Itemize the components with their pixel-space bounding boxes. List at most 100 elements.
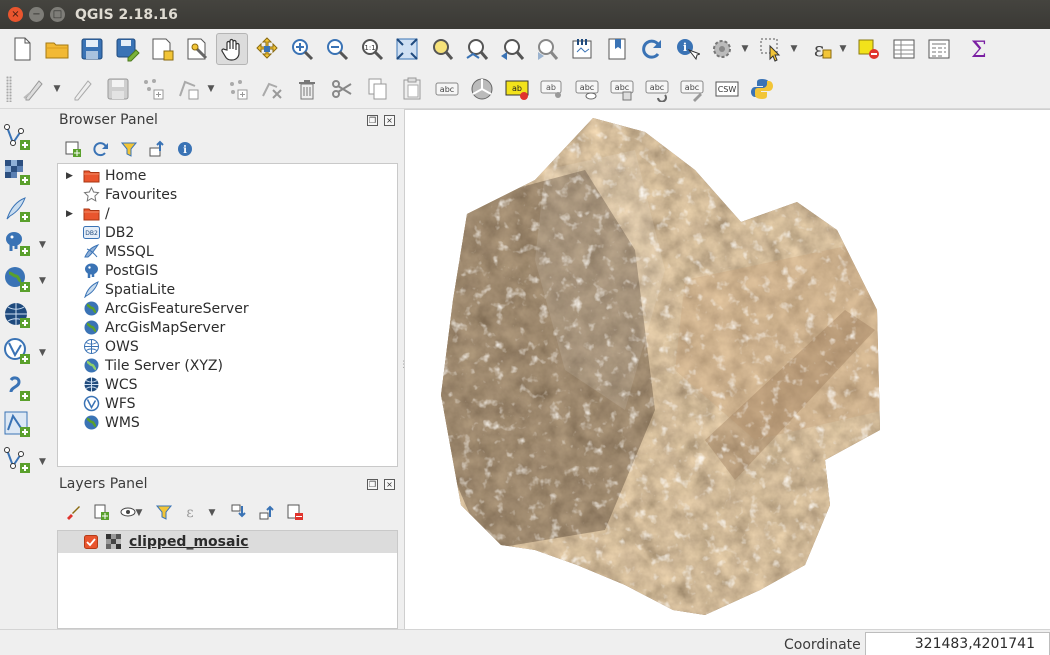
browser-item[interactable]: SpatiaLite <box>58 280 175 299</box>
show-hide-labels-button[interactable]: abc <box>571 73 603 105</box>
field-calculator-button[interactable] <box>923 33 955 65</box>
save-project-button[interactable] <box>76 33 108 65</box>
zoom-in-button[interactable] <box>286 33 318 65</box>
select-by-expression-dropdown[interactable]: ▼ <box>837 44 849 54</box>
expand-all-button[interactable] <box>230 503 250 523</box>
current-edits-button[interactable] <box>18 73 50 105</box>
run-feature-action-button[interactable] <box>706 33 738 65</box>
delete-ring-button[interactable] <box>256 73 288 105</box>
browser-item[interactable]: WMS <box>58 413 140 432</box>
map-canvas[interactable] <box>404 109 1050 629</box>
browser-item[interactable]: OWS <box>58 337 139 356</box>
vertex-tool-dropdown[interactable]: ▼ <box>205 84 217 94</box>
delete-selected-button[interactable] <box>291 73 323 105</box>
expand-arrow-icon[interactable]: ▶ <box>66 171 78 181</box>
add-wms-dropdown[interactable]: ▼ <box>39 276 46 286</box>
browser-add-selected-button[interactable] <box>64 140 84 160</box>
layer-row[interactable]: clipped_mosaic <box>58 531 397 553</box>
add-ring-button[interactable] <box>221 73 253 105</box>
add-vector-layer-button[interactable] <box>3 123 31 151</box>
browser-panel-float-button[interactable]: ❐ <box>367 115 378 126</box>
select-features-dropdown[interactable]: ▼ <box>788 44 800 54</box>
new-bookmark-button[interactable] <box>601 33 633 65</box>
browser-item[interactable]: WCS <box>58 375 138 394</box>
new-layer-dropdown[interactable]: ▼ <box>39 457 46 467</box>
browser-item[interactable]: MSSQL <box>58 242 154 261</box>
filter-legend-button[interactable] <box>155 503 175 523</box>
pan-to-selection-button[interactable] <box>251 33 283 65</box>
deselect-button[interactable] <box>853 33 885 65</box>
refresh-button[interactable] <box>636 33 668 65</box>
move-label-button[interactable]: abc <box>606 73 638 105</box>
remove-layer-button[interactable] <box>286 503 306 523</box>
add-postgis-dropdown[interactable]: ▼ <box>39 240 46 250</box>
zoom-full-button[interactable] <box>391 33 423 65</box>
run-feature-action-dropdown[interactable]: ▼ <box>739 44 751 54</box>
layer-labeling-button[interactable]: ab <box>501 73 533 105</box>
add-virtual-layer-button[interactable] <box>3 410 31 438</box>
zoom-to-layer-button[interactable] <box>461 33 493 65</box>
new-print-composer-button[interactable] <box>146 33 178 65</box>
select-features-button[interactable] <box>755 33 787 65</box>
change-label-button[interactable]: abc <box>676 73 708 105</box>
browser-item[interactable]: ▶ / <box>58 204 110 223</box>
add-wfs-dropdown[interactable]: ▼ <box>39 348 46 358</box>
add-group-button[interactable] <box>92 503 112 523</box>
save-as-button[interactable] <box>111 33 143 65</box>
open-project-button[interactable] <box>41 33 73 65</box>
maximize-window-button[interactable]: □ <box>50 7 65 22</box>
filter-expression-dropdown[interactable]: ▼ <box>206 508 218 518</box>
pan-map-button[interactable] <box>216 33 248 65</box>
diagram-button[interactable] <box>466 73 498 105</box>
browser-collapse-all-button[interactable] <box>148 140 168 160</box>
add-postgis-layer-button[interactable] <box>3 229 31 257</box>
add-raster-layer-button[interactable] <box>3 158 31 186</box>
zoom-last-button[interactable] <box>496 33 528 65</box>
coordinate-field[interactable]: 321483,4201741 <box>865 632 1050 655</box>
add-feature-button[interactable] <box>137 73 169 105</box>
label-toolbar-button[interactable]: abc <box>431 73 463 105</box>
open-layer-styling-button[interactable] <box>64 503 84 523</box>
attribute-table-button[interactable] <box>888 33 920 65</box>
add-wfs-layer-button[interactable] <box>3 337 31 365</box>
browser-item[interactable]: Tile Server (XYZ) <box>58 356 223 375</box>
select-by-expression-button[interactable]: ε <box>804 33 836 65</box>
zoom-out-button[interactable] <box>321 33 353 65</box>
browser-item[interactable]: ArcGisMapServer <box>58 318 225 337</box>
add-spatialite-layer-button[interactable] <box>3 195 31 223</box>
zoom-next-button[interactable] <box>531 33 563 65</box>
layers-panel-close-button[interactable]: × <box>384 479 395 490</box>
add-delimited-text-button[interactable] <box>3 374 31 402</box>
toolbar-handle[interactable] <box>6 75 12 102</box>
browser-refresh-button[interactable] <box>92 140 112 160</box>
identify-button[interactable]: i <box>671 33 703 65</box>
csw-button[interactable]: CSW <box>711 73 743 105</box>
zoom-to-selection-button[interactable] <box>426 33 458 65</box>
browser-panel-close-button[interactable]: × <box>384 115 395 126</box>
copy-features-button[interactable] <box>361 73 393 105</box>
browser-properties-button[interactable]: i <box>176 140 196 160</box>
cut-features-button[interactable] <box>326 73 358 105</box>
browser-item[interactable]: PostGIS <box>58 261 158 280</box>
paste-features-button[interactable] <box>396 73 428 105</box>
minimize-window-button[interactable]: − <box>29 7 44 22</box>
browser-item[interactable]: DB2 DB2 <box>58 223 134 242</box>
new-map-view-button[interactable] <box>566 33 598 65</box>
composer-manager-button[interactable] <box>181 33 213 65</box>
current-edits-dropdown[interactable]: ▼ <box>51 84 63 94</box>
pin-labels-button[interactable]: ab <box>536 73 568 105</box>
add-wcs-layer-button[interactable] <box>3 301 31 329</box>
layer-visibility-checkbox[interactable] <box>84 535 98 549</box>
rotate-label-button[interactable]: abc <box>641 73 673 105</box>
save-layer-edits-button[interactable] <box>102 73 134 105</box>
browser-item[interactable]: ArcGisFeatureServer <box>58 299 249 318</box>
new-shapefile-button[interactable] <box>3 446 31 474</box>
zoom-actual-size-button[interactable]: 1:1 <box>356 33 388 65</box>
browser-item[interactable]: Favourites <box>58 185 177 204</box>
new-project-button[interactable] <box>6 33 38 65</box>
browser-filter-button[interactable] <box>120 140 140 160</box>
filter-legend-by-expression-button[interactable]: ε <box>183 503 203 523</box>
statistical-summary-button[interactable]: Σ <box>958 33 990 65</box>
vertex-tool-button[interactable] <box>172 73 204 105</box>
browser-item[interactable]: WFS <box>58 394 136 413</box>
